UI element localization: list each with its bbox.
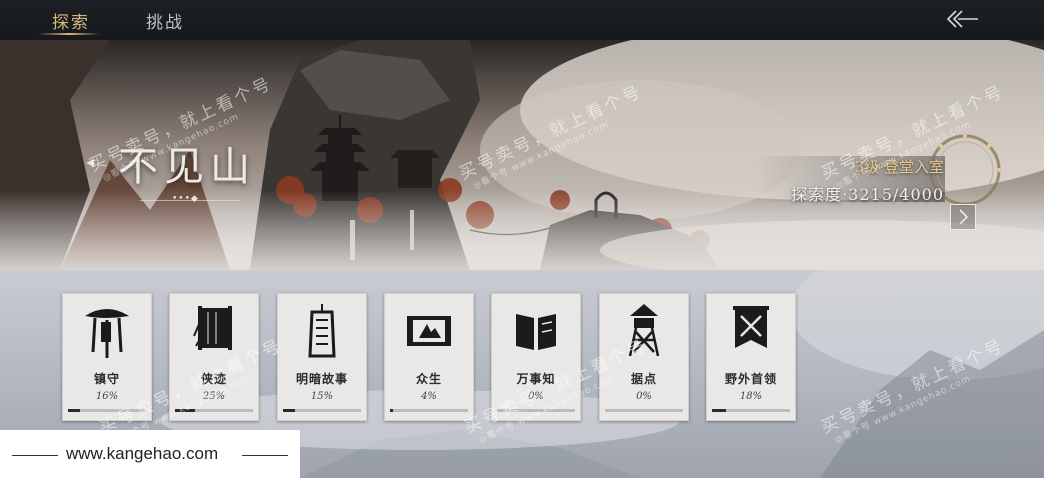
- card-percent: 0%: [636, 391, 652, 402]
- card-all-beings[interactable]: 众生 4%: [384, 293, 474, 421]
- card-progress-fill: [68, 409, 81, 412]
- active-tab-underline: [38, 33, 100, 35]
- card-label: 镇守: [93, 372, 120, 386]
- card-label: 明暗故事: [295, 372, 348, 386]
- bamboo-hat-icon: [85, 309, 129, 358]
- card-progress-track: [605, 409, 683, 412]
- painting-scroll-icon: [407, 316, 451, 346]
- exploration-progress: 探索度·3215/4000: [791, 185, 944, 204]
- hanging-scroll-icon: [308, 304, 336, 358]
- tab-challenge[interactable]: 挑战: [146, 8, 184, 33]
- card-percent: 4%: [421, 391, 437, 402]
- card-progress-fill: [283, 409, 295, 412]
- divider-right: [242, 455, 288, 456]
- open-book-icon: [516, 314, 556, 350]
- divider-left: [12, 455, 58, 456]
- card-progress-track: [712, 409, 790, 412]
- card-label: 众生: [415, 372, 442, 386]
- card-progress-fill: [390, 409, 394, 412]
- site-url: www.kangehao.com: [66, 444, 219, 463]
- top-bar: 探索 挑战: [0, 0, 1044, 40]
- card-progress-track: [283, 409, 361, 412]
- back-icon[interactable]: [946, 8, 980, 30]
- site-banner: www.kangehao.com: [0, 430, 300, 478]
- card-percent: 15%: [310, 391, 334, 402]
- card-label: 野外首领: [724, 372, 777, 386]
- card-field-boss[interactable]: 野外首领 18%: [706, 293, 796, 421]
- crossed-swords-banner-icon: [733, 306, 769, 348]
- card-percent: 18%: [739, 391, 763, 402]
- card-progress-track: [390, 409, 468, 412]
- enter-region-button[interactable]: [950, 204, 976, 230]
- card-progress-fill: [712, 409, 727, 412]
- tab-explore[interactable]: 探索: [52, 8, 90, 33]
- page-indicator: •••◆: [172, 194, 199, 204]
- card-light-dark-stories[interactable]: 明暗故事 15%: [277, 293, 367, 421]
